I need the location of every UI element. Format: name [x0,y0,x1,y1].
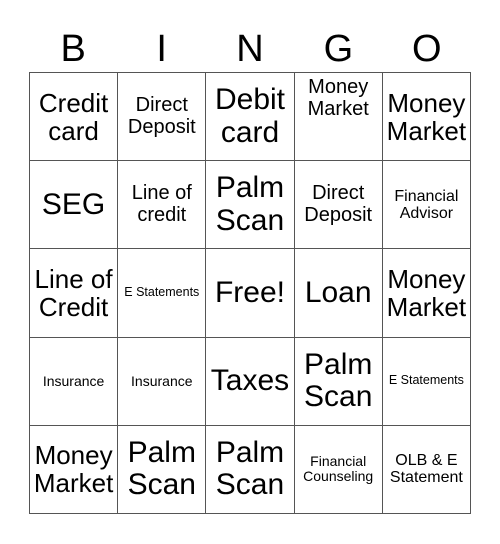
bingo-cell[interactable]: SEG [30,161,119,250]
header-letter-i: I [156,28,167,70]
bingo-cell[interactable]: Insurance [30,337,119,426]
header-letter-g: G [323,28,354,70]
bingo-cell[interactable]: Financial Advisor [382,161,471,250]
bingo-cell[interactable]: Insurance [118,337,207,426]
bingo-cell[interactable]: Money Market [382,73,471,162]
bingo-cell[interactable]: Taxes [206,337,295,426]
bingo-cell[interactable]: Direct Deposit [294,161,383,250]
bingo-cell[interactable]: Palm Scan [118,425,207,514]
bingo-cell[interactable]: Debit card [206,73,295,162]
header-letter-b: B [60,28,86,70]
bingo-grid: Credit card Direct Deposit Debit card Mo… [29,72,471,514]
bingo-cell[interactable]: Palm Scan [294,337,383,426]
bingo-cell[interactable]: Credit card [30,73,119,162]
bingo-cell[interactable]: E Statements [382,337,471,426]
bingo-cell[interactable]: Palm Scan [206,161,295,250]
bingo-cell[interactable]: Direct Deposit [118,73,207,162]
bingo-cell[interactable]: Line of credit [118,161,207,250]
bingo-header: B I N G O [29,24,471,74]
bingo-cell[interactable]: Palm Scan [206,425,295,514]
bingo-cell[interactable]: Money Market [30,425,119,514]
bingo-cell-free[interactable]: Free! [206,249,295,338]
header-letter-o: O [412,28,442,70]
bingo-cell[interactable]: Financial Counseling [294,425,383,514]
bingo-cell[interactable]: Money Market [294,73,383,162]
bingo-cell[interactable]: Loan [294,249,383,338]
header-letter-n: N [236,28,264,70]
bingo-cell[interactable]: Line of Credit [30,249,119,338]
bingo-cell[interactable]: Money Market [382,249,471,338]
bingo-cell[interactable]: E Statements [118,249,207,338]
bingo-cell[interactable]: OLB & E Statement [382,425,471,514]
